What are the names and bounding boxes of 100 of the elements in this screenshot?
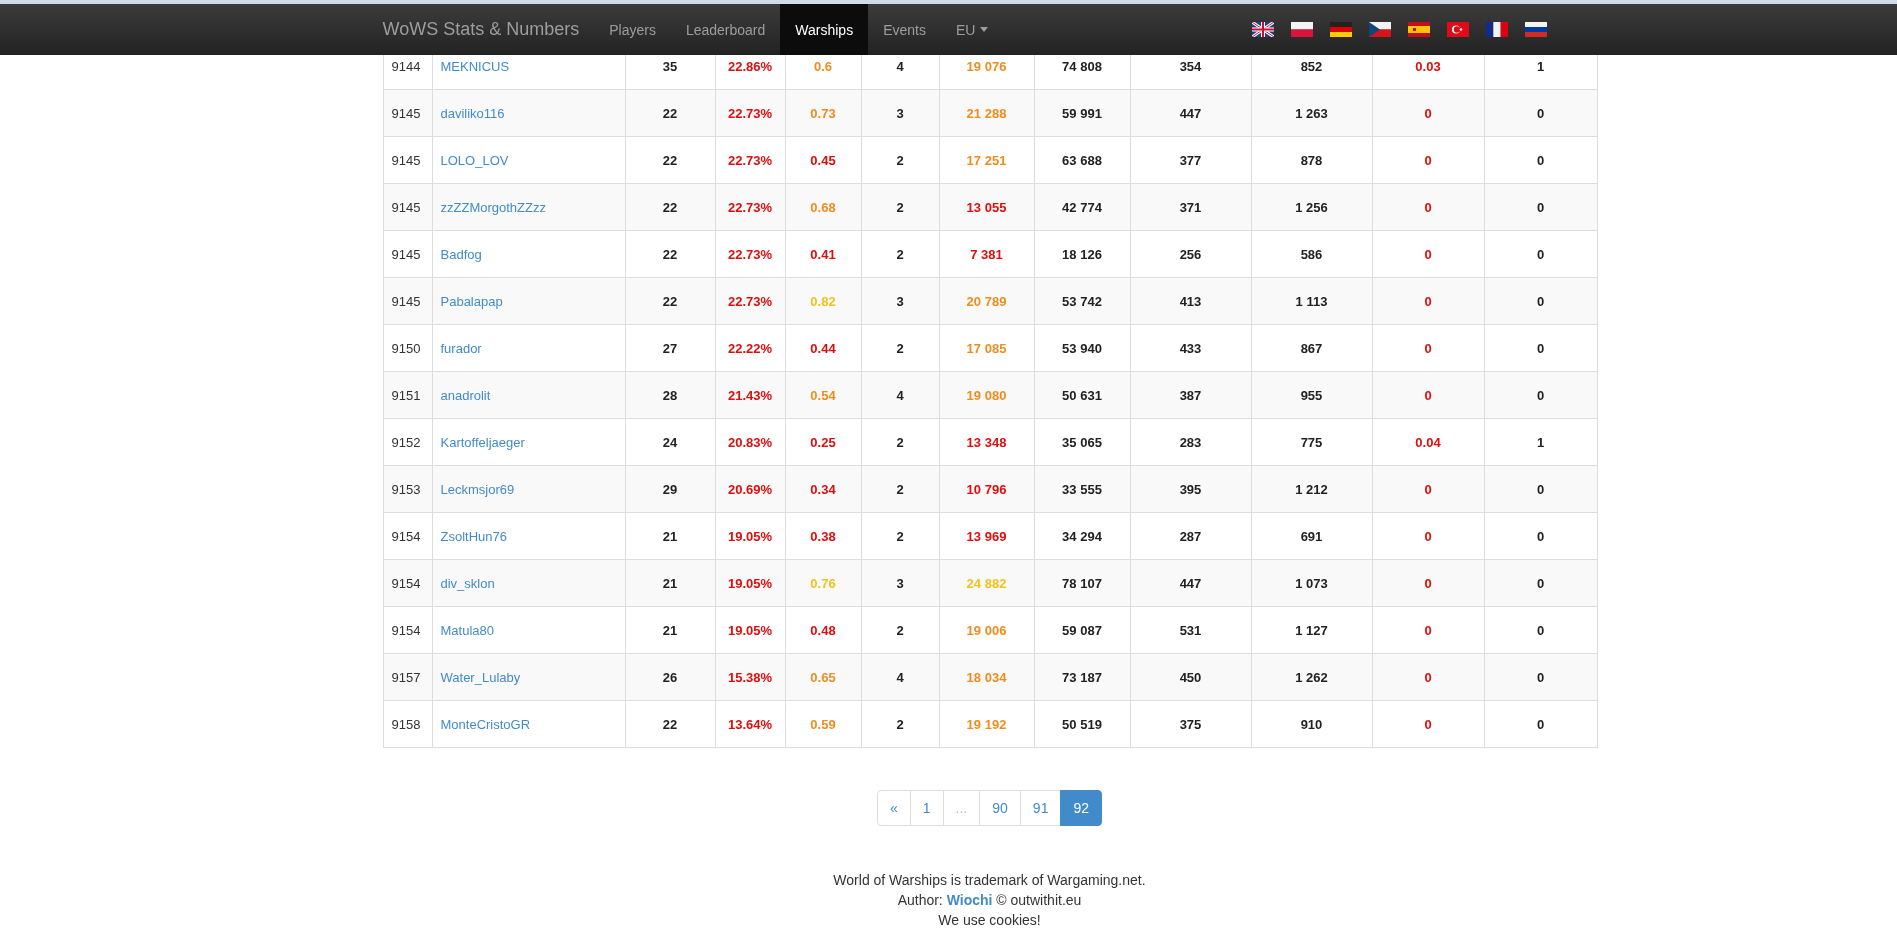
stat-cell: 18 126	[1034, 230, 1130, 278]
stat-cell: 447	[1130, 559, 1251, 607]
stat-cell: 531	[1130, 606, 1251, 654]
player-link[interactable]: furador	[440, 340, 482, 356]
player-link[interactable]: Pabalapap	[440, 293, 503, 309]
stat-cell: 22.73%	[715, 277, 785, 325]
stat-cell: 22.73%	[715, 89, 785, 137]
stat-cell: 24	[625, 418, 715, 466]
stat-cell: 19.05%	[715, 512, 785, 560]
stat-cell: 19 080	[939, 371, 1034, 419]
stat-cell: 59 991	[1034, 89, 1130, 137]
stat-cell: 0.65	[785, 653, 861, 701]
stat-cell: 22	[625, 700, 715, 748]
stat-cell: 35 065	[1034, 418, 1130, 466]
stat-cell: 29	[625, 465, 715, 513]
stat-cell: 0	[1372, 324, 1484, 372]
russian-flag-icon[interactable]	[1524, 22, 1547, 37]
turkish-flag-icon[interactable]	[1446, 22, 1469, 37]
stat-cell: 19 006	[939, 606, 1034, 654]
stat-cell: 22.73%	[715, 136, 785, 184]
page-link[interactable]: «	[877, 790, 911, 826]
stat-cell: 287	[1130, 512, 1251, 560]
rank-cell: 9154	[383, 512, 432, 560]
stat-cell: 955	[1251, 371, 1372, 419]
stat-cell: 0	[1484, 559, 1597, 607]
stat-cell: 586	[1251, 230, 1372, 278]
stat-cell: 19.05%	[715, 606, 785, 654]
stat-cell: 1 127	[1251, 606, 1372, 654]
stat-cell: 19 192	[939, 700, 1034, 748]
stat-cell: 910	[1251, 700, 1372, 748]
stat-cell: 0	[1484, 89, 1597, 137]
stat-cell: 15.38%	[715, 653, 785, 701]
player-link[interactable]: Matula80	[440, 622, 494, 638]
stat-cell: 20 789	[939, 277, 1034, 325]
stat-cell: 283	[1130, 418, 1251, 466]
player-link[interactable]: div_sklon	[440, 575, 495, 591]
player-link[interactable]: Leckmsjor69	[440, 481, 515, 497]
rank-cell: 9157	[383, 653, 432, 701]
stat-cell: 0	[1372, 371, 1484, 419]
stat-cell: 0	[1484, 136, 1597, 184]
spanish-flag-icon[interactable]	[1407, 22, 1430, 37]
stat-cell: 0.34	[785, 465, 861, 513]
player-link[interactable]: MEKNICUS	[440, 58, 510, 74]
stat-cell: 450	[1130, 653, 1251, 701]
stat-cell: 447	[1130, 89, 1251, 137]
player-link[interactable]: Badfog	[440, 246, 482, 262]
stat-cell: 21	[625, 559, 715, 607]
trademark-notice: World of Warships is trademark of Wargaming.net.	[833, 871, 1146, 890]
stat-cell: 3	[861, 559, 939, 607]
page-link[interactable]: 1	[909, 790, 944, 826]
stat-cell: 0.04	[1372, 418, 1484, 466]
player-link[interactable]: daviliko116	[440, 105, 505, 121]
stat-cell: 387	[1130, 371, 1251, 419]
czech-flag-icon[interactable]	[1368, 22, 1391, 37]
stat-cell: 0	[1372, 230, 1484, 278]
rank-cell: 9145	[383, 183, 432, 231]
rank-cell: 9150	[383, 324, 432, 372]
stat-cell: 59 087	[1034, 606, 1130, 654]
stat-cell: 433	[1130, 324, 1251, 372]
stat-cell: 0	[1484, 653, 1597, 701]
stat-cell: 0	[1372, 277, 1484, 325]
polish-flag-icon[interactable]	[1290, 22, 1313, 37]
stat-cell: 22	[625, 136, 715, 184]
rank-cell: 9152	[383, 418, 432, 466]
german-flag-icon[interactable]	[1329, 22, 1352, 37]
author-link[interactable]: Wiochi	[946, 892, 993, 908]
stat-cell: 7 381	[939, 230, 1034, 278]
stat-cell: 867	[1251, 324, 1372, 372]
french-flag-icon[interactable]	[1485, 22, 1508, 37]
stat-cell: 2	[861, 136, 939, 184]
stat-cell: 2	[861, 512, 939, 560]
stat-cell: 0	[1372, 89, 1484, 137]
stat-cell: 17 251	[939, 136, 1034, 184]
player-link[interactable]: Kartoffeljaeger	[440, 434, 525, 450]
stat-cell: 256	[1130, 230, 1251, 278]
stat-cell: 20.83%	[715, 418, 785, 466]
stat-cell: 1 212	[1251, 465, 1372, 513]
stat-cell: 53 742	[1034, 277, 1130, 325]
page-link[interactable]: 91	[1019, 790, 1062, 826]
stat-cell: 0	[1484, 465, 1597, 513]
stat-cell: 1 263	[1251, 89, 1372, 137]
stat-cell: 2	[861, 230, 939, 278]
player-link[interactable]: zzZZMorgothZZzz	[440, 199, 546, 215]
player-link[interactable]: MonteCristoGR	[440, 716, 531, 732]
rank-cell: 9145	[383, 277, 432, 325]
page-link[interactable]: 90	[979, 790, 1021, 826]
stat-cell: 0.68	[785, 183, 861, 231]
rank-cell: 9154	[383, 559, 432, 607]
player-link[interactable]: anadrolit	[440, 387, 491, 403]
union-jack-flag-icon[interactable]	[1251, 22, 1274, 37]
stat-cell: 13 055	[939, 183, 1034, 231]
page-link[interactable]: 92	[1060, 790, 1102, 826]
stat-cell: 19.05%	[715, 559, 785, 607]
stat-cell: 0.76	[785, 559, 861, 607]
player-link[interactable]: Water_Lulaby	[440, 669, 521, 685]
nav-tab[interactable]: Warships	[780, 4, 869, 55]
stat-cell: 1 262	[1251, 653, 1372, 701]
player-link[interactable]: ZsoltHun76	[440, 528, 507, 544]
player-link[interactable]: LOLO_LOV	[440, 152, 509, 168]
author-credit: Author: Wiochi © outwithit.eu	[896, 891, 1083, 910]
